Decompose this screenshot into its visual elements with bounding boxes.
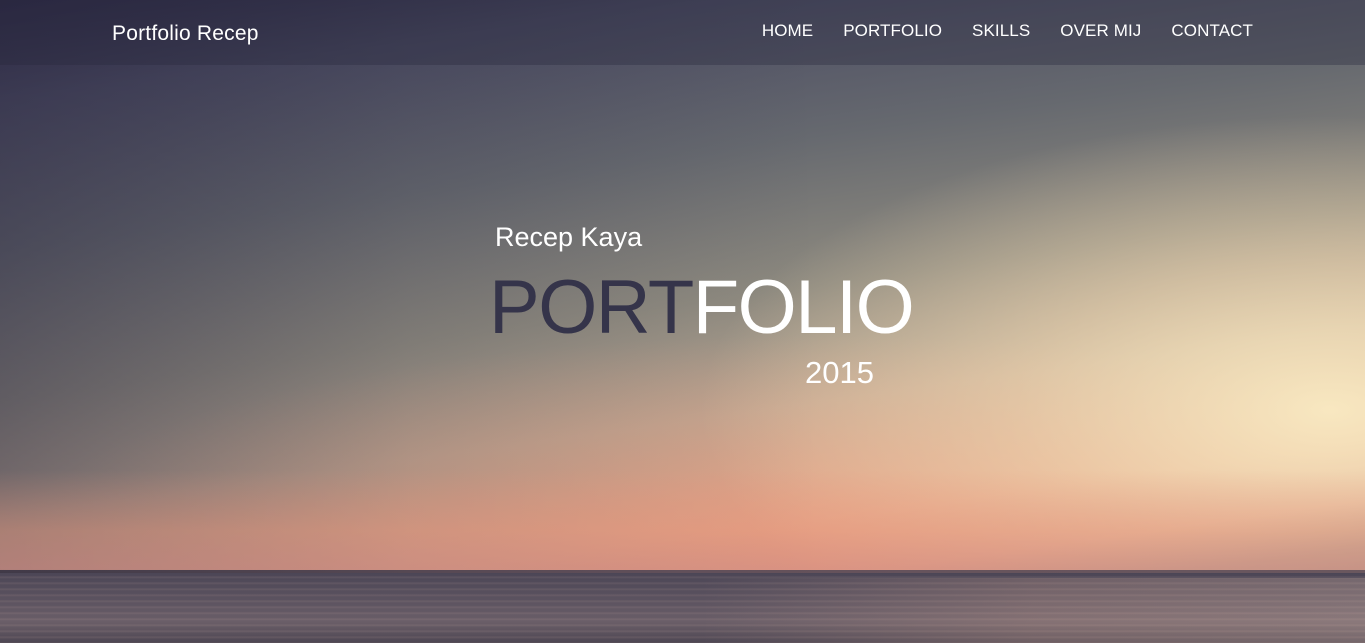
nav-menu: HOME PORTFOLIO SKILLS OVER MIJ CONTACT [762, 21, 1253, 41]
intro-title-part2: FOLIO [692, 265, 915, 350]
nav-link-portfolio[interactable]: PORTFOLIO [843, 21, 942, 40]
nav-link-skills[interactable]: SKILLS [972, 21, 1030, 40]
hero-section: Portfolio Recep HOME PORTFOLIO SKILLS OV… [0, 0, 1365, 643]
nav-item-skills: SKILLS [972, 21, 1030, 41]
intro-title-part1: PORT [489, 265, 694, 350]
nav-link-home[interactable]: HOME [762, 21, 813, 40]
nav-item-over-mij: OVER MIJ [1060, 21, 1141, 41]
intro-title: PORTFOLIO [489, 265, 915, 350]
nav-link-contact[interactable]: CONTACT [1171, 21, 1253, 40]
brand-link[interactable]: Portfolio Recep [112, 22, 259, 46]
horizon-glow [0, 470, 1365, 580]
nav-link-over-mij[interactable]: OVER MIJ [1060, 21, 1141, 40]
nav-item-contact: CONTACT [1171, 21, 1253, 41]
nav-item-portfolio: PORTFOLIO [843, 21, 942, 41]
intro-year: 2015 [805, 355, 874, 390]
sea-glint [700, 578, 1365, 643]
navbar: Portfolio Recep HOME PORTFOLIO SKILLS OV… [0, 0, 1365, 65]
nav-item-home: HOME [762, 21, 813, 41]
intro-name: Recep Kaya [495, 222, 643, 252]
